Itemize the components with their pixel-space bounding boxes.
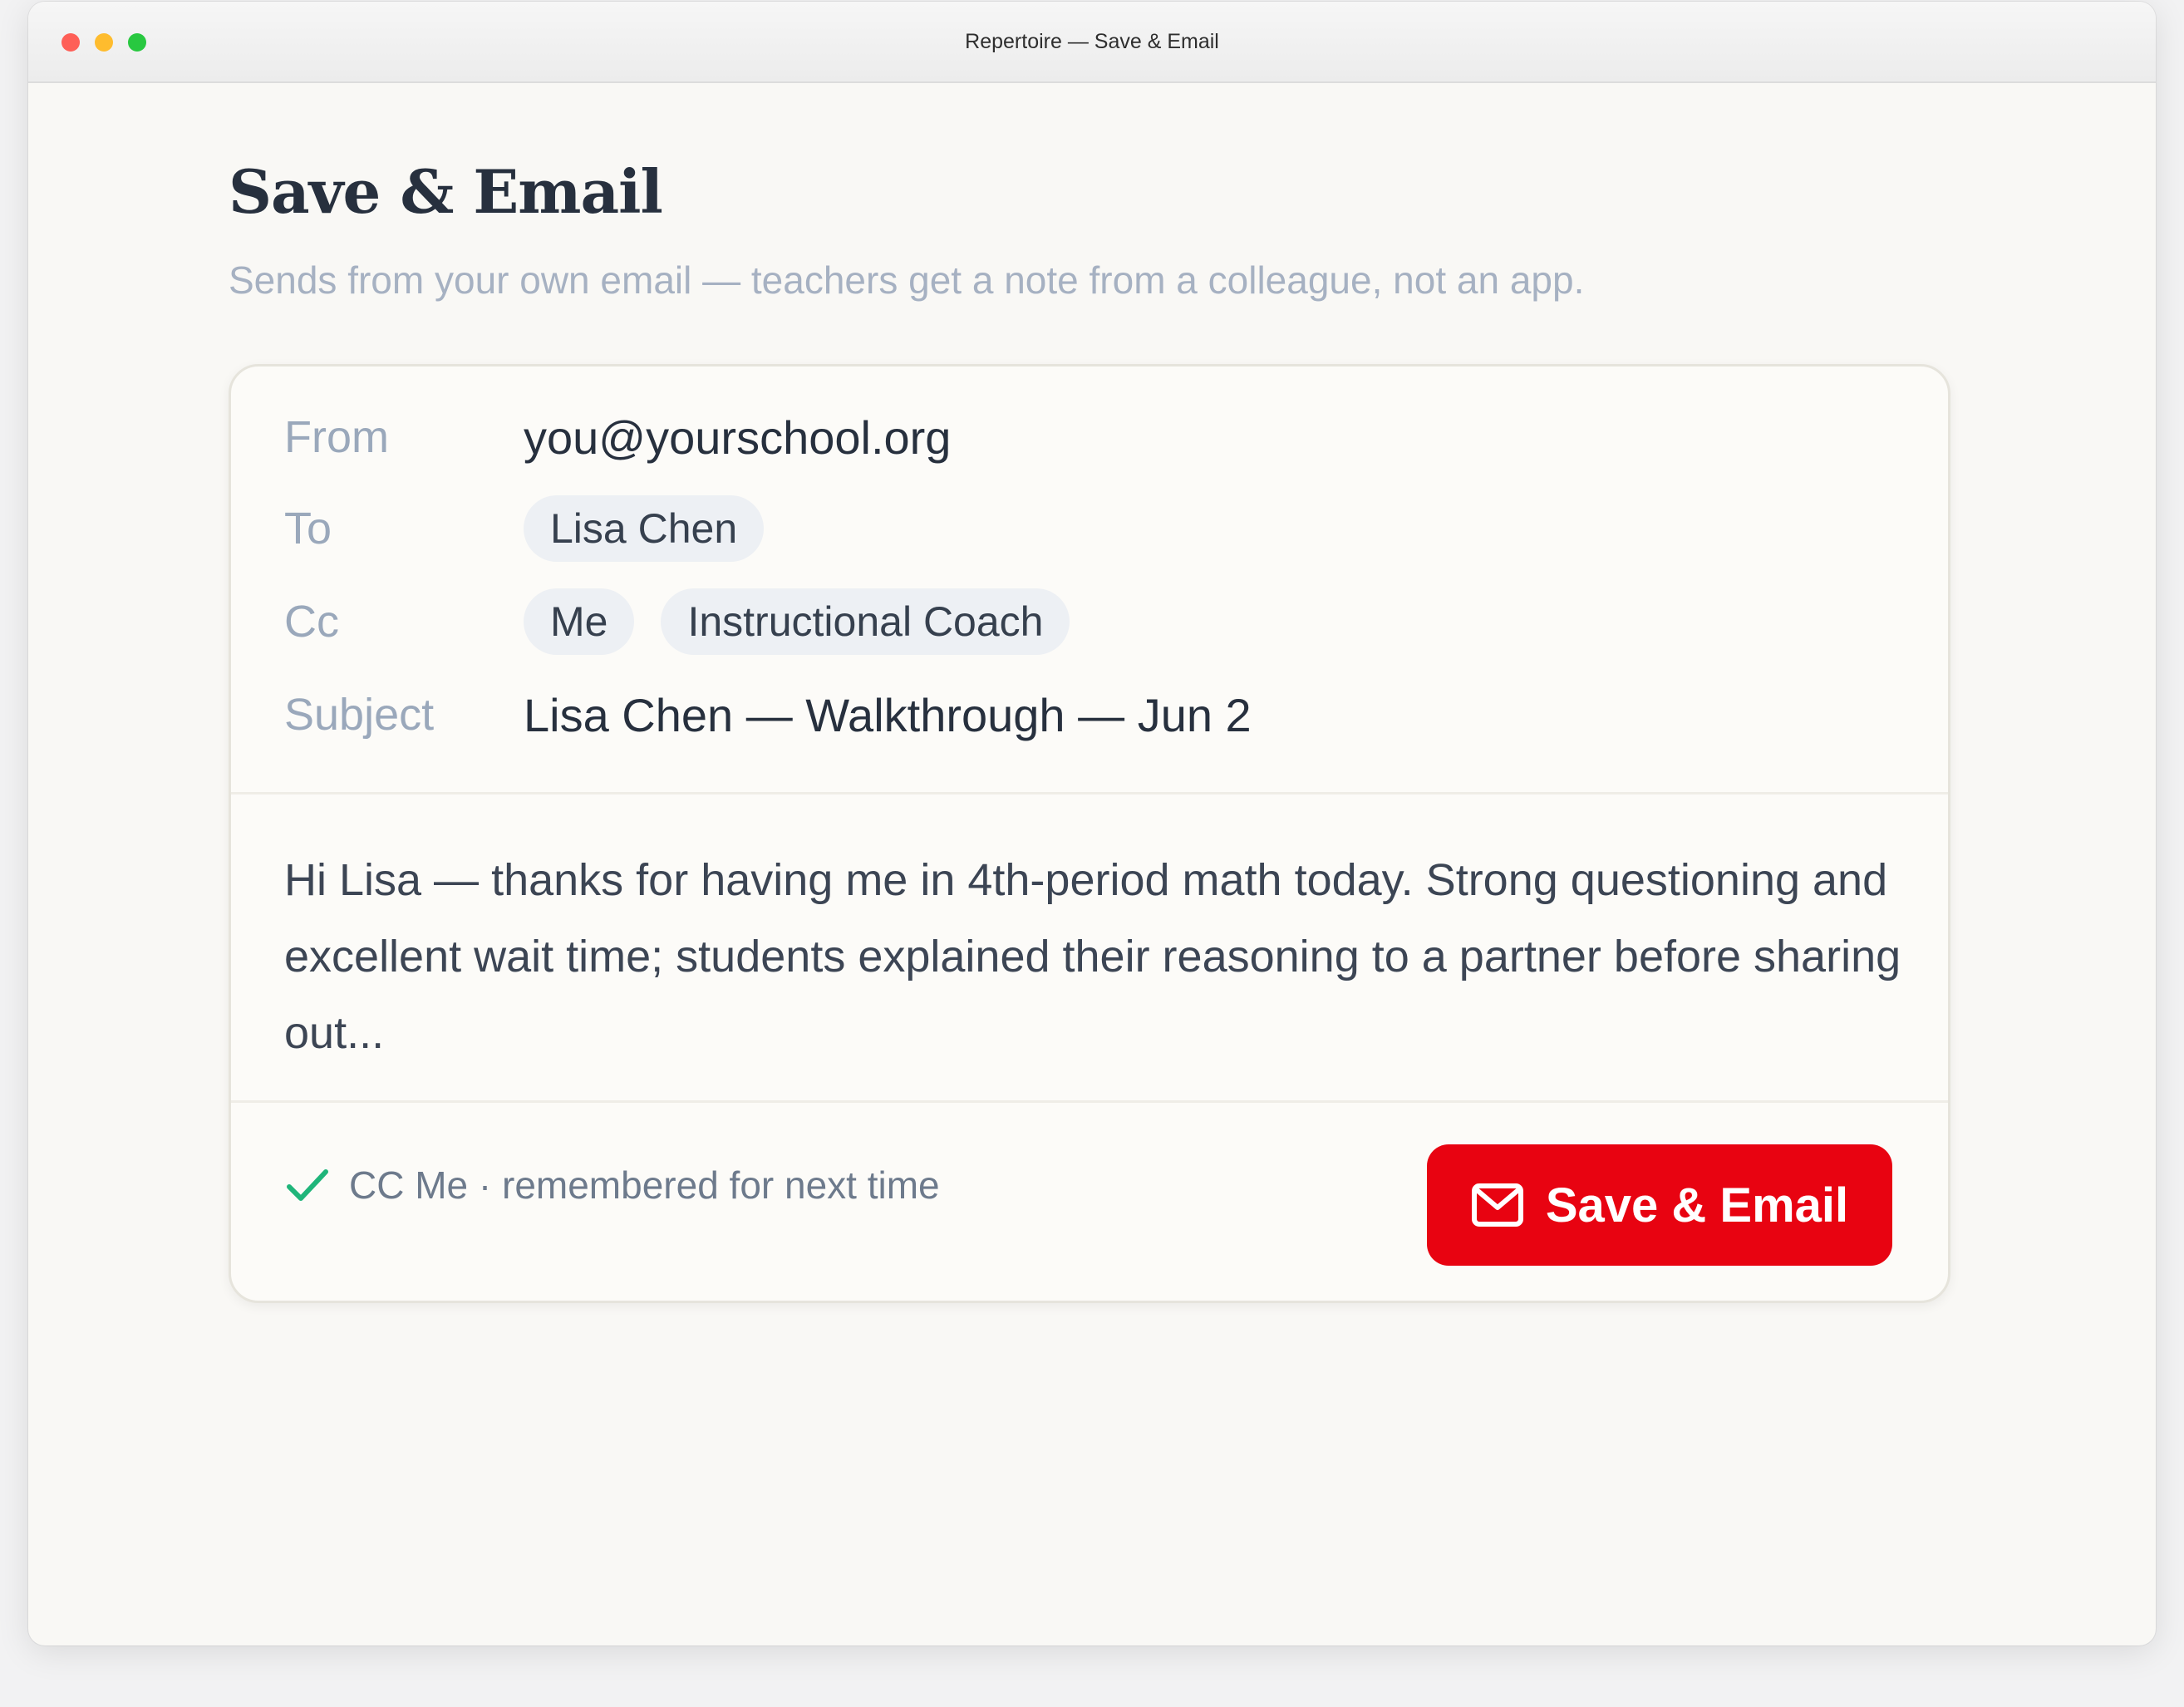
remember-cc-note: CC Me · remembered for next time: [284, 1156, 940, 1214]
header-divider: [231, 792, 1948, 794]
cc-row: Cc Me Instructional Coach: [284, 584, 1096, 659]
mail-icon: [1471, 1183, 1523, 1227]
window-title: Repertoire — Save & Email: [965, 30, 1219, 53]
save-button-label: Save & Email: [1545, 1178, 1849, 1232]
from-label: From: [284, 412, 389, 462]
to-recipient-chip[interactable]: Lisa Chen: [524, 495, 765, 562]
subject-label: Subject: [284, 690, 435, 740]
page-title: Save & Email: [229, 156, 663, 227]
footer-divider: [231, 1100, 1948, 1103]
email-card: From you@yourschool.org To Lisa Chen Cc …: [229, 364, 1950, 1303]
check-icon: [287, 1169, 328, 1201]
title-bar: Repertoire — Save & Email: [28, 2, 2156, 83]
app-window: Repertoire — Save & Email Save & Email S…: [28, 2, 2156, 1646]
page-subtitle: Sends from your own email — teachers get…: [229, 258, 1585, 302]
subject-value[interactable]: Lisa Chen — Walkthrough — Jun 2: [524, 688, 1252, 742]
cc-recipient-chip[interactable]: Instructional Coach: [661, 588, 1070, 655]
remember-note-text: CC Me · remembered for next time: [349, 1163, 940, 1207]
email-body[interactable]: Hi Lisa — thanks for having me in 4th-pe…: [284, 842, 1913, 1071]
cc-label: Cc: [284, 597, 339, 647]
from-value: you@yourschool.org: [524, 411, 952, 464]
from-row: From you@yourschool.org: [284, 400, 951, 475]
save-and-email-button[interactable]: Save & Email: [1427, 1144, 1892, 1266]
to-label: To: [284, 504, 332, 553]
cc-recipient-chip[interactable]: Me: [524, 588, 635, 655]
to-row: To Lisa Chen: [284, 491, 790, 566]
subject-row: Subject Lisa Chen — Walkthrough — Jun 2: [284, 677, 1252, 752]
